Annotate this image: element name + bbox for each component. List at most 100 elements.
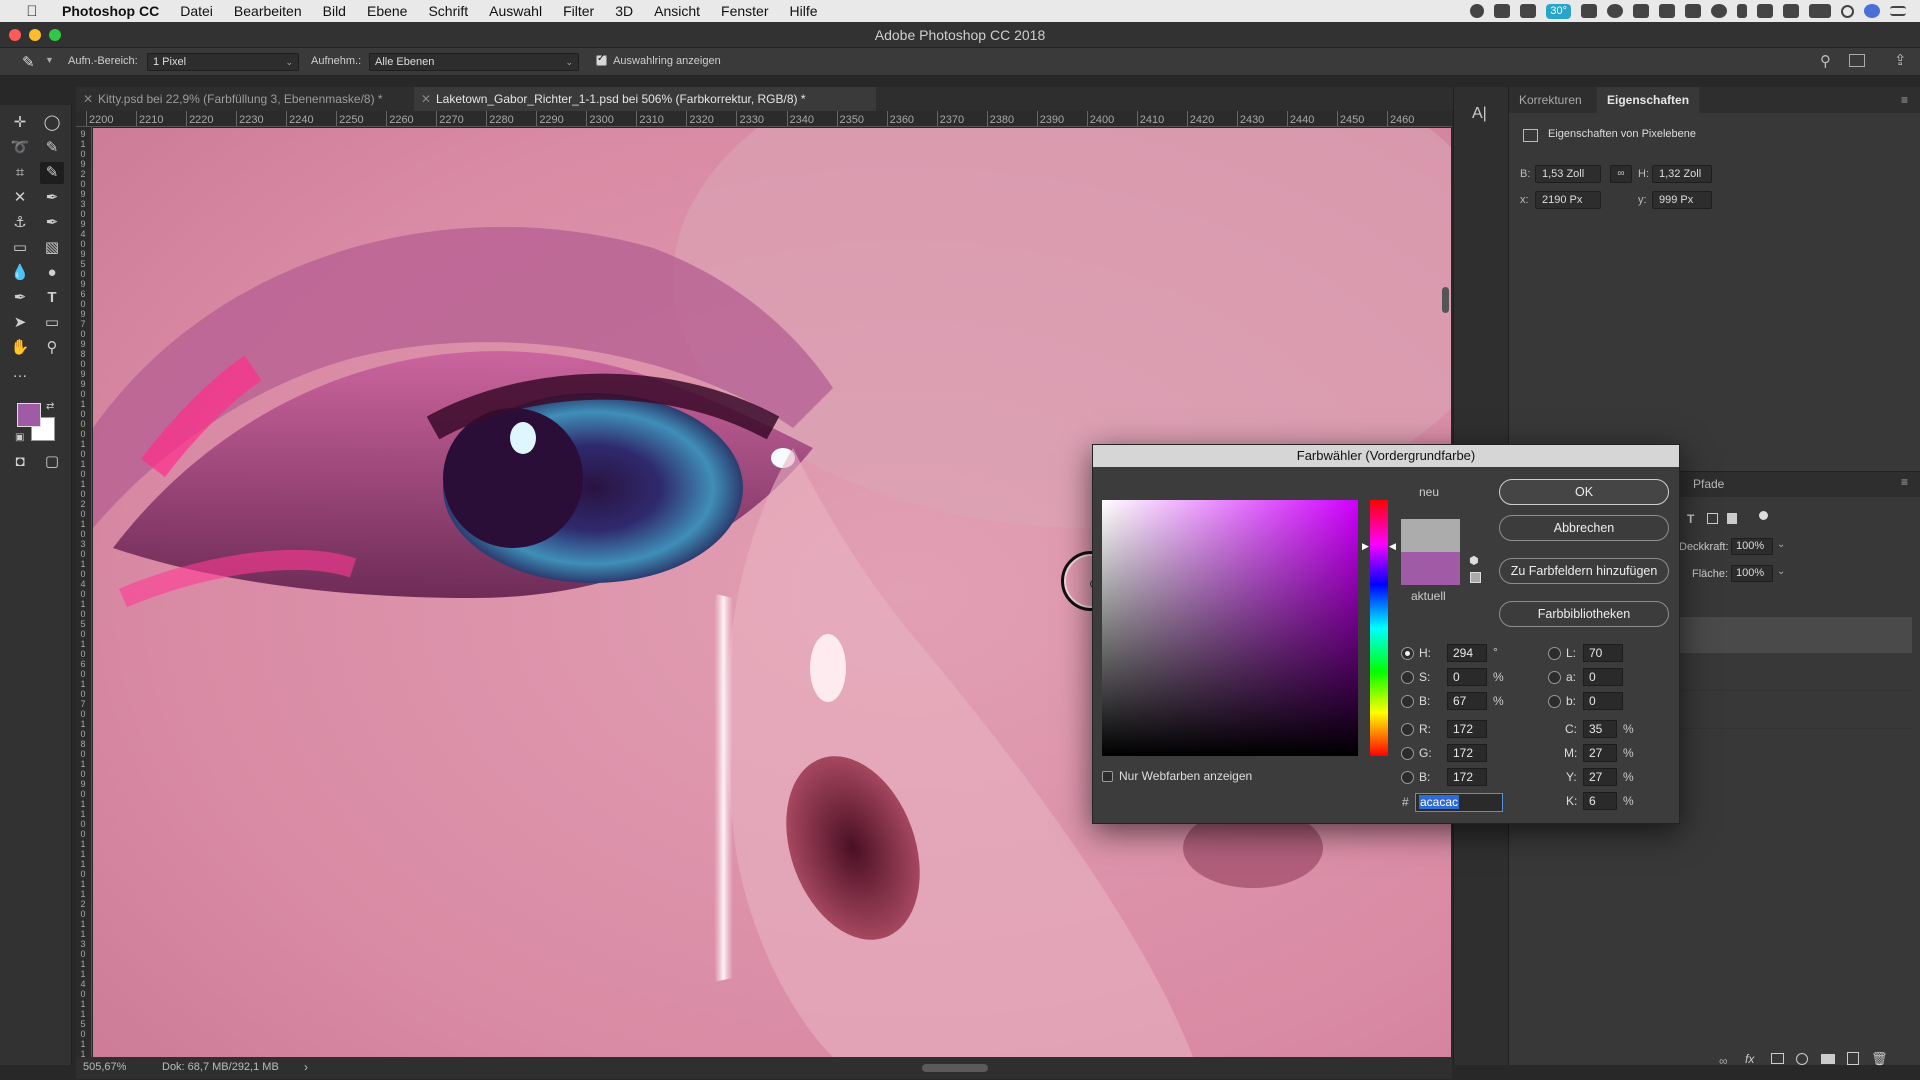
bluetooth-icon[interactable] bbox=[1737, 4, 1747, 18]
web-colors-checkbox[interactable] bbox=[1102, 771, 1113, 782]
search-icon[interactable]: ⚲ bbox=[1820, 52, 1831, 70]
hue-slider-right-arrow[interactable]: ◀ bbox=[1389, 541, 1396, 552]
out-of-gamut-icon[interactable]: ⬢ bbox=[1469, 554, 1479, 567]
chevron-down-icon[interactable]: ▼ bbox=[45, 55, 54, 65]
green-input[interactable]: 172 bbox=[1447, 744, 1487, 762]
menu-ebene[interactable]: Ebene bbox=[367, 3, 407, 19]
messages-icon[interactable] bbox=[1659, 4, 1675, 18]
notification-center-icon[interactable] bbox=[1890, 6, 1906, 16]
filter-shape-icon[interactable] bbox=[1707, 513, 1718, 524]
history-brush-tool-icon[interactable]: ✒ bbox=[40, 212, 64, 234]
show-ring-option[interactable]: Auswahlring anzeigen bbox=[596, 53, 721, 67]
zoom-tool-icon[interactable]: ⚲ bbox=[40, 337, 64, 359]
color-libraries-button[interactable]: Farbbibliotheken bbox=[1499, 601, 1669, 627]
crop-tool-icon[interactable]: ⌗ bbox=[8, 162, 32, 184]
filter-smart-icon[interactable] bbox=[1727, 513, 1737, 524]
hue-radio[interactable] bbox=[1401, 647, 1414, 660]
add-mask-icon[interactable] bbox=[1771, 1053, 1784, 1064]
close-tab-icon[interactable]: ✕ bbox=[421, 87, 431, 111]
blue-radio[interactable] bbox=[1401, 771, 1414, 784]
panel-menu-icon[interactable]: ≡ bbox=[1901, 475, 1908, 489]
ok-button[interactable]: OK bbox=[1499, 479, 1669, 505]
workspace-icon[interactable] bbox=[1849, 54, 1865, 67]
tab-pfade[interactable]: Pfade bbox=[1693, 477, 1724, 491]
add-to-swatches-button[interactable]: Zu Farbfeldern hinzufügen bbox=[1499, 558, 1669, 584]
wifi-icon[interactable] bbox=[1757, 4, 1773, 18]
zoom-level[interactable]: 505,67% bbox=[83, 1061, 126, 1073]
weather-badge[interactable]: 30° bbox=[1546, 3, 1571, 19]
swap-colors-icon[interactable]: ⇄ bbox=[46, 401, 54, 412]
evernote-icon[interactable] bbox=[1633, 4, 1649, 18]
eraser-tool-icon[interactable]: ▭ bbox=[8, 237, 32, 259]
document-info[interactable]: Dok: 68,7 MB/292,1 MB bbox=[162, 1061, 279, 1073]
new-group-icon[interactable] bbox=[1821, 1054, 1835, 1064]
height-input[interactable]: 1,32 Zoll bbox=[1652, 165, 1712, 183]
creative-cloud-icon[interactable] bbox=[1607, 4, 1623, 18]
layer-row[interactable] bbox=[1674, 655, 1912, 691]
move-tool-icon[interactable]: ✛ bbox=[8, 112, 32, 134]
cloud-icon[interactable] bbox=[1520, 4, 1537, 18]
menu-bearbeiten[interactable]: Bearbeiten bbox=[234, 3, 302, 19]
current-color-swatch[interactable] bbox=[1401, 552, 1460, 585]
panel-menu-icon[interactable]: ≡ bbox=[1901, 93, 1908, 107]
apple-menu-icon[interactable]:  bbox=[22, 3, 42, 20]
layer-row[interactable] bbox=[1674, 693, 1912, 729]
chevron-right-icon[interactable]: › bbox=[304, 1060, 308, 1074]
tab-korrekturen[interactable]: Korrekturen bbox=[1509, 87, 1592, 113]
menu-schrift[interactable]: Schrift bbox=[428, 3, 468, 19]
more-tools-icon[interactable]: … bbox=[8, 362, 32, 384]
eyedropper-tool-icon[interactable]: ✎ bbox=[40, 162, 64, 184]
y-input[interactable]: 999 Px bbox=[1652, 191, 1712, 209]
menu-datei[interactable]: Datei bbox=[180, 3, 213, 19]
sync-icon[interactable] bbox=[1711, 4, 1727, 18]
lab-l-radio[interactable] bbox=[1548, 647, 1561, 660]
hd-icon[interactable] bbox=[1685, 4, 1701, 18]
lab-b-radio[interactable] bbox=[1548, 695, 1561, 708]
screen-mode-icon[interactable]: ▢ bbox=[40, 451, 64, 473]
siri-icon[interactable] bbox=[1864, 4, 1880, 18]
brush-tool-icon[interactable]: ✒ bbox=[40, 187, 64, 209]
type-tool-icon[interactable]: T bbox=[40, 287, 64, 309]
hex-input[interactable]: acacac bbox=[1415, 793, 1503, 812]
lab-l-input[interactable]: 70 bbox=[1583, 644, 1623, 662]
character-panel-icon[interactable]: A| bbox=[1472, 105, 1487, 123]
blur-tool-icon[interactable]: 💧 bbox=[8, 262, 32, 284]
horizontal-scrollbar[interactable] bbox=[922, 1064, 988, 1072]
lasso-tool-icon[interactable]: ➰ bbox=[8, 137, 32, 159]
lab-a-radio[interactable] bbox=[1548, 671, 1561, 684]
quick-mask-icon[interactable]: ◘ bbox=[8, 451, 32, 473]
path-select-tool-icon[interactable]: ➤ bbox=[8, 312, 32, 334]
sample-size-select[interactable]: 1 Pixel ⌄ bbox=[147, 53, 299, 71]
filter-toggle-icon[interactable] bbox=[1759, 511, 1768, 520]
pen-tool-icon[interactable]: ✒ bbox=[8, 287, 32, 309]
saturation-radio[interactable] bbox=[1401, 671, 1414, 684]
web-safe-icon[interactable] bbox=[1470, 572, 1481, 583]
magenta-input[interactable]: 27 bbox=[1583, 744, 1617, 762]
script-icon[interactable] bbox=[1581, 4, 1597, 18]
airplay-icon[interactable] bbox=[1783, 4, 1799, 18]
new-layer-icon[interactable] bbox=[1847, 1052, 1859, 1065]
dodge-tool-icon[interactable]: ● bbox=[40, 262, 64, 284]
lab-b-input[interactable]: 0 bbox=[1583, 692, 1623, 710]
brightness-input[interactable]: 67 bbox=[1447, 692, 1487, 710]
saturation-input[interactable]: 0 bbox=[1447, 668, 1487, 686]
gradient-tool-icon[interactable]: ▧ bbox=[40, 237, 64, 259]
spotlight-icon[interactable] bbox=[1841, 4, 1854, 18]
battery-icon[interactable] bbox=[1809, 4, 1831, 18]
fx-icon[interactable]: fx bbox=[1745, 1052, 1754, 1066]
eyedropper-preset-icon[interactable]: ✎ bbox=[22, 53, 35, 71]
red-radio[interactable] bbox=[1401, 723, 1414, 736]
share-icon[interactable]: ⇪ bbox=[1894, 51, 1907, 69]
saturation-brightness-field[interactable] bbox=[1102, 500, 1358, 756]
layer-row-selected[interactable] bbox=[1674, 617, 1912, 653]
x-input[interactable]: 2190 Px bbox=[1535, 191, 1601, 209]
menu-bild[interactable]: Bild bbox=[323, 3, 346, 19]
adjustment-layer-icon[interactable] bbox=[1796, 1053, 1808, 1065]
red-input[interactable]: 172 bbox=[1447, 720, 1487, 738]
chevron-down-icon[interactable]: ⌄ bbox=[1777, 566, 1785, 577]
hue-slider-left-arrow[interactable]: ▶ bbox=[1362, 541, 1369, 552]
menu-auswahl[interactable]: Auswahl bbox=[489, 3, 542, 19]
healing-brush-tool-icon[interactable]: ✕ bbox=[8, 187, 32, 209]
menu-3d[interactable]: 3D bbox=[615, 3, 633, 19]
black-input[interactable]: 6 bbox=[1583, 792, 1617, 810]
